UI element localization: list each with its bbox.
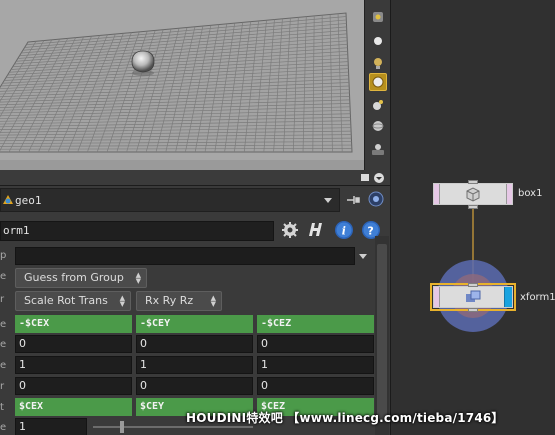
svg-text:?: ? [367, 225, 373, 238]
viewport-status-strip [0, 160, 364, 170]
translate-y-field[interactable]: -$CEY [136, 315, 253, 333]
display-flag[interactable] [504, 287, 512, 307]
geo-icon [3, 195, 13, 204]
xform-order-menu[interactable]: Scale Rot Trans ▲ ▼ [15, 291, 131, 311]
updown-icon: ▲ ▼ [119, 294, 125, 308]
input-connector[interactable] [468, 283, 478, 287]
node-box1[interactable] [433, 180, 513, 209]
viewport-toolbar [364, 0, 390, 170]
more-icon[interactable] [369, 140, 387, 158]
translate-z-field[interactable]: -$CEZ [257, 315, 374, 333]
group-type-row: e Guess from Group ▲ ▼ [0, 267, 390, 288]
xform-order-row: r Scale Rot Trans ▲ ▼ Rx Ry Rz ▲ ▼ [0, 290, 390, 311]
path-bar[interactable]: geo1 [0, 188, 340, 212]
info-icon[interactable]: i [333, 219, 355, 241]
rotate-row: e 0 0 0 [0, 335, 390, 355]
path-text: geo1 [15, 193, 42, 207]
slider-handle[interactable] [120, 421, 124, 433]
shear-x-field[interactable]: 0 [15, 377, 132, 395]
parameter-panel: geo1 orm1 i ? p e Guess from Group ▲▼ r [0, 186, 390, 435]
translate-row: e -$CEX -$CEY -$CEZ [0, 315, 390, 335]
pane-divider[interactable] [0, 170, 390, 186]
group-label-stub: p [0, 250, 7, 261]
output-connector[interactable] [468, 205, 478, 209]
output-connector[interactable] [468, 308, 478, 312]
group-chevron-icon[interactable] [358, 251, 368, 261]
param-scrollbar[interactable] [375, 236, 389, 435]
updown-icon: ▲ ▼ [210, 294, 216, 308]
group-type-menu[interactable]: Guess from Group ▲ ▼ [15, 268, 147, 288]
network-canvas [437, 205, 509, 332]
houdini-help-icon[interactable] [305, 219, 327, 241]
translate-x-field[interactable]: -$CEX [15, 315, 132, 333]
node-label-box1: box1 [518, 188, 543, 199]
chevron-down-icon[interactable] [323, 195, 333, 205]
group-row: p [0, 246, 390, 266]
node-label-xform1: xform1 [520, 292, 555, 303]
svg-text:i: i [342, 225, 346, 238]
node-name-field[interactable]: orm1 [0, 221, 274, 241]
scale-row: e 1 1 1 [0, 356, 390, 376]
maximize-icon [361, 174, 369, 181]
network-editor[interactable]: box1 xform1 [390, 0, 555, 435]
node-header: orm1 i ? [0, 219, 390, 243]
object-preview [131, 50, 155, 73]
rotate-x-field[interactable]: 0 [15, 335, 132, 353]
group-field[interactable] [15, 247, 355, 265]
input-connector[interactable] [468, 180, 478, 184]
scale-x-field[interactable]: 1 [15, 356, 132, 374]
snap-icon[interactable] [369, 8, 387, 26]
gear-icon[interactable] [279, 219, 301, 241]
uniform-scale-field[interactable]: 1 [15, 418, 87, 435]
scale-y-field[interactable]: 1 [136, 356, 253, 374]
watermark-text: HOUDINI特效吧 【www.linecg.com/tieba/1746】 [186, 411, 504, 425]
network-link-icon[interactable] [367, 190, 385, 208]
rotate-y-field[interactable]: 0 [136, 335, 253, 353]
pivot-x-field[interactable]: $CEX [15, 398, 132, 416]
globe-icon[interactable] [369, 117, 387, 135]
scale-z-field[interactable]: 1 [257, 356, 374, 374]
render-icon[interactable] [369, 96, 387, 114]
display-flag[interactable] [506, 184, 512, 204]
grid-floor [0, 12, 353, 153]
light-icon[interactable] [369, 54, 387, 72]
bypass-flag[interactable] [434, 287, 440, 307]
rotate-z-field[interactable]: 0 [257, 335, 374, 353]
point-icon[interactable] [369, 32, 387, 50]
rot-order-menu[interactable]: Rx Ry Rz ▲ ▼ [136, 291, 222, 311]
shear-y-field[interactable]: 0 [136, 377, 253, 395]
pin-icon[interactable] [346, 195, 360, 205]
shear-row: r 0 0 0 [0, 377, 390, 397]
scrollbar-thumb[interactable] [377, 244, 387, 419]
transform-icon [466, 290, 481, 302]
updown-icon: ▲ ▼ [135, 271, 141, 285]
box-icon [466, 187, 480, 202]
viewport[interactable] [0, 0, 364, 170]
node-xform1[interactable] [433, 283, 513, 312]
bypass-flag[interactable] [434, 184, 440, 204]
shear-z-field[interactable]: 0 [257, 377, 374, 395]
camera-icon[interactable] [369, 73, 387, 91]
